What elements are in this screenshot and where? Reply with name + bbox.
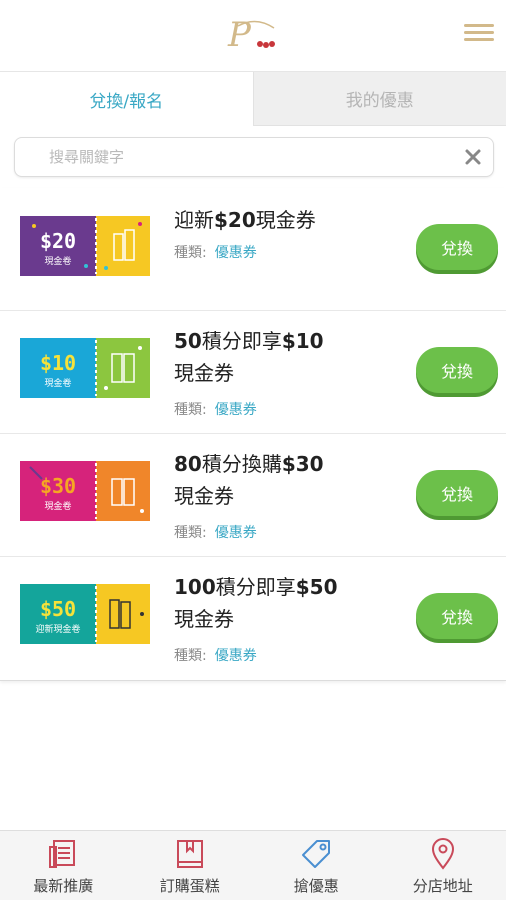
hamburger-icon[interactable] <box>464 20 494 50</box>
nav-item-news[interactable]: 最新推廣 <box>0 831 127 900</box>
app: P 兌換/報名 我的優惠 $20 現金卷 <box>0 0 506 900</box>
tab-my-offers[interactable]: 我的優惠 <box>252 72 506 126</box>
app-header: P <box>0 0 506 72</box>
coupon-type: 種類: 優惠券 <box>174 525 257 541</box>
ticket-amount: $30 <box>40 474 76 498</box>
bottom-nav: 最新推廣 訂購蛋糕 搶優惠 分店地址 <box>0 830 506 900</box>
ticket-caption: 現金卷 <box>44 377 71 389</box>
news-icon <box>49 840 76 868</box>
coupon-title: 50積分即享$10 現金券 <box>174 329 324 385</box>
clear-icon[interactable] <box>463 147 483 167</box>
coupon-ticket-image: $20 現金卷 <box>20 216 150 276</box>
nav-label-order-cake: 訂購蛋糕 <box>159 877 220 895</box>
brand-logo: P <box>227 15 275 55</box>
ticket-caption: 現金卷 <box>44 500 71 512</box>
book-icon <box>176 840 203 868</box>
tag-icon <box>302 840 331 868</box>
coupon-title: 100積分即享$50 現金券 <box>174 575 338 631</box>
ticket-amount: $50 <box>40 597 76 621</box>
coupon-ticket-image: $50 迎新現金卷 <box>20 584 150 644</box>
coupon-type: 種類: 優惠券 <box>174 402 257 418</box>
redeem-button[interactable]: 兌換 <box>416 347 498 393</box>
coupon-list: $20 現金卷 迎新$20現金券 種類: 優惠券 兌換 $10 現金卷 50積分… <box>0 188 506 681</box>
coupon-type: 種類: 優惠券 <box>174 245 257 261</box>
coupon-ticket-image: $10 現金卷 <box>20 338 150 398</box>
coupon-item[interactable]: $50 迎新現金卷 100積分即享$50 現金券 種類: 優惠券 兌換 <box>0 557 506 680</box>
location-pin-icon <box>431 838 454 870</box>
nav-item-offers[interactable]: 搶優惠 <box>253 831 380 900</box>
redeem-button[interactable]: 兌換 <box>416 470 498 516</box>
nav-label-news: 最新推廣 <box>33 877 94 895</box>
nav-label-offers: 搶優惠 <box>293 877 339 895</box>
tab-redeem[interactable]: 兌換/報名 <box>0 72 253 126</box>
nav-item-order-cake[interactable]: 訂購蛋糕 <box>127 831 254 900</box>
tab-bar: 兌換/報名 我的優惠 <box>0 72 506 126</box>
coupon-type: 種類: 優惠券 <box>174 648 257 664</box>
redeem-button[interactable]: 兌換 <box>416 593 498 639</box>
coupon-item[interactable]: $30 現金卷 80積分換購$30 現金券 種類: 優惠券 兌換 <box>0 434 506 557</box>
ticket-caption: 迎新現金卷 <box>35 623 80 635</box>
ticket-caption: 現金卷 <box>44 255 71 267</box>
svg-text:P: P <box>227 15 252 55</box>
ticket-amount: $10 <box>40 351 76 375</box>
coupon-item[interactable]: $10 現金卷 50積分即享$10 現金券 種類: 優惠券 兌換 <box>0 311 506 434</box>
redeem-button[interactable]: 兌換 <box>416 224 498 270</box>
ticket-amount: $20 <box>40 229 76 253</box>
coupon-title: 80積分換購$30 現金券 <box>174 452 324 508</box>
nav-item-store-address[interactable]: 分店地址 <box>380 831 506 900</box>
coupon-ticket-image: $30 現金卷 <box>20 461 150 521</box>
coupon-title: 迎新$20現金券 <box>174 208 316 232</box>
search-input[interactable] <box>49 138 449 176</box>
search-bar <box>14 137 494 177</box>
nav-label-store-address: 分店地址 <box>412 877 473 895</box>
coupon-item[interactable]: $20 現金卷 迎新$20現金券 種類: 優惠券 兌換 <box>0 188 506 311</box>
